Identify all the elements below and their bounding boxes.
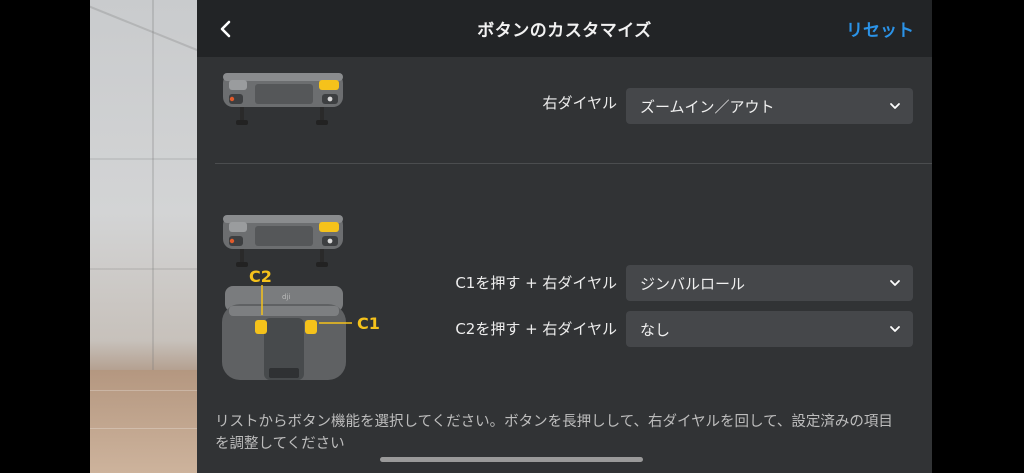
chevron-left-icon (220, 20, 231, 38)
c2-callout-label: C2 (249, 267, 272, 286)
instructions-text: リストからボタン機能を選択してください。ボタンを長押しして、右ダイヤルを回して、… (215, 414, 893, 452)
c2-dial-value: なし (640, 320, 671, 339)
right-dial-select[interactable]: ズームイン／アウト (626, 88, 913, 124)
back-button[interactable] (211, 14, 241, 44)
reset-button[interactable]: リセット (846, 0, 914, 57)
c2-dial-label: C2を押す + 右ダイヤル (455, 320, 617, 338)
right-dial-label: 右ダイヤル (542, 94, 617, 112)
wall-line (90, 268, 197, 270)
chevron-down-icon (890, 103, 900, 109)
wall-line (90, 0, 197, 62)
floor-line (90, 428, 197, 429)
page-title: ボタンのカスタマイズ (477, 21, 652, 41)
section-divider (215, 163, 932, 164)
c1-dial-value: ジンバルロール (640, 274, 746, 293)
camera-background (90, 0, 197, 473)
wall-line (90, 158, 197, 160)
chevron-down-icon (890, 326, 900, 332)
controller-top-view-image (223, 73, 343, 125)
wall-line (152, 0, 154, 370)
controller-top-view-image (223, 215, 343, 267)
floor (90, 370, 197, 473)
home-indicator[interactable] (380, 457, 643, 462)
customize-panel: ボタンのカスタマイズ リセット 右ダイヤル ズームイン／アウト dji C2 C… (197, 0, 932, 473)
header-bar: ボタンのカスタマイズ リセット (197, 0, 932, 57)
chevron-down-icon (890, 280, 900, 286)
c1-callout-label: C1 (357, 314, 380, 333)
floor-line (90, 390, 197, 391)
c1-dial-select[interactable]: ジンバルロール (626, 265, 913, 301)
c2-dial-select[interactable]: なし (626, 311, 913, 347)
c1-dial-label: C1を押す + 右ダイヤル (455, 274, 617, 292)
right-dial-value: ズームイン／アウト (640, 97, 775, 116)
